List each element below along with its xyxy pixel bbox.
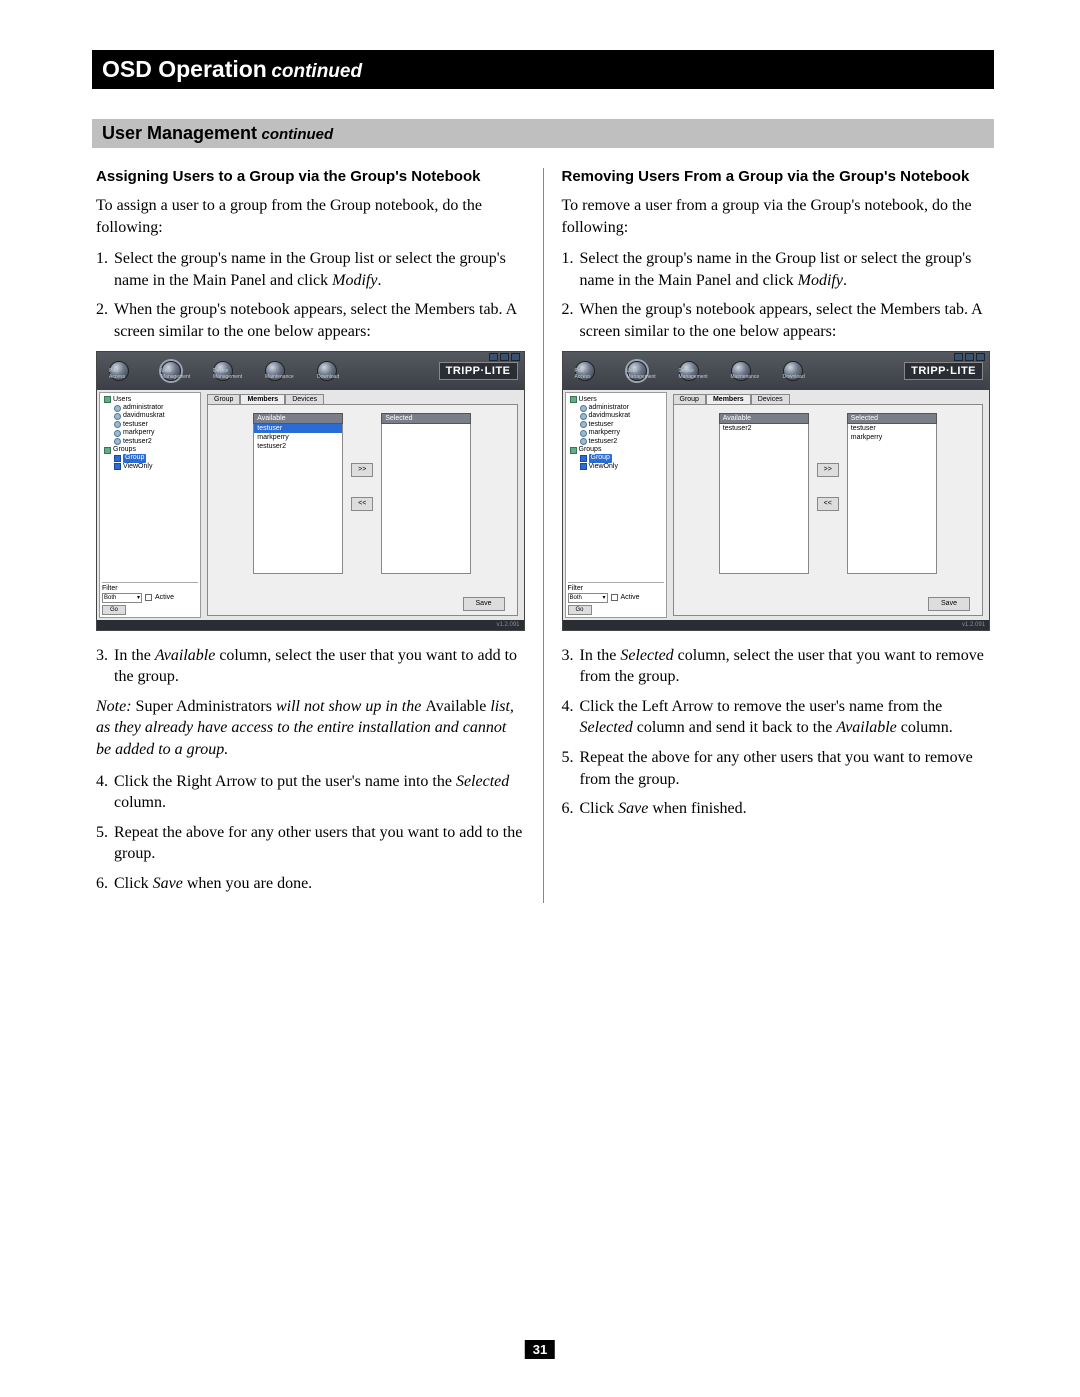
- header-title: OSD Operation: [102, 56, 267, 82]
- tab-group: Group: [207, 394, 240, 404]
- tab-devices: Devices: [285, 394, 324, 404]
- right-subtitle: Removing Users From a Group via the Grou…: [562, 168, 991, 185]
- left-subtitle: Assigning Users to a Group via the Group…: [96, 168, 525, 185]
- section-title: User Management: [102, 123, 257, 143]
- tabs-row: Group Members Devices: [203, 392, 522, 404]
- right-step-6: Click Save when finished.: [562, 798, 991, 820]
- window-buttons: [489, 353, 520, 361]
- filter-checkbox: [611, 594, 618, 601]
- screenshot-assign: Port Access User Management Device Manag…: [96, 351, 525, 631]
- members-panel: Available testuser markperry testuser2 >…: [207, 404, 518, 616]
- right-step-1: Select the group's name in the Group lis…: [562, 248, 991, 291]
- save-button: Save: [928, 597, 970, 611]
- filter-select: Both▾: [102, 593, 142, 603]
- left-step-2: When the group's notebook appears, selec…: [96, 299, 525, 342]
- filter-panel: Filter Both▾ Active Go: [102, 582, 198, 615]
- brand-logo: TRIPP·LITE: [904, 362, 983, 380]
- app-toolbar: Port Access User Management Device Manag…: [563, 352, 990, 390]
- status-bar: v1.2.091: [97, 620, 524, 630]
- filter-panel: Filter Both▾ Active Go: [568, 582, 664, 615]
- arrow-left-button: <<: [817, 497, 839, 511]
- brand-logo: TRIPP·LITE: [439, 362, 518, 380]
- left-step-6: Click Save when you are done.: [96, 873, 525, 895]
- list-item: markperry: [848, 433, 936, 442]
- filter-checkbox: [145, 594, 152, 601]
- filter-go-button: Go: [102, 605, 126, 615]
- section-header: User Management continued: [92, 119, 994, 148]
- selected-list: Selected testuser markperry: [847, 413, 937, 574]
- tab-members: Members: [706, 394, 751, 404]
- right-step-2: When the group's notebook appears, selec…: [562, 299, 991, 342]
- left-step-4: Click the Right Arrow to put the user's …: [96, 771, 525, 814]
- section-continued: continued: [262, 126, 334, 143]
- list-item: testuser2: [720, 424, 808, 433]
- list-item: testuser2: [254, 442, 342, 451]
- tab-devices: Devices: [751, 394, 790, 404]
- available-list: Available testuser markperry testuser2: [253, 413, 343, 574]
- left-column: Assigning Users to a Group via the Group…: [92, 168, 543, 903]
- right-step-4: Click the Left Arrow to remove the user'…: [562, 696, 991, 739]
- window-buttons: [954, 353, 985, 361]
- right-step-3: In the Selected column, select the user …: [562, 645, 991, 688]
- left-step-5: Repeat the above for any other users tha…: [96, 822, 525, 865]
- filter-select: Both▾: [568, 593, 608, 603]
- left-note: Note: Super Administrators will not show…: [96, 696, 525, 761]
- left-step-3: In the Available column, select the user…: [96, 645, 525, 688]
- left-intro: To assign a user to a group from the Gro…: [96, 195, 525, 238]
- app-toolbar: Port Access User Management Device Manag…: [97, 352, 524, 390]
- sidebar-tree: Users administrator davidmuskrat testuse…: [565, 392, 667, 618]
- left-step-1: Select the group's name in the Group lis…: [96, 248, 525, 291]
- arrow-right-button: >>: [817, 463, 839, 477]
- arrow-right-button: >>: [351, 463, 373, 477]
- available-list: Available testuser2: [719, 413, 809, 574]
- members-panel: Available testuser2 >> << Selected: [673, 404, 984, 616]
- tab-group: Group: [673, 394, 706, 404]
- right-intro: To remove a user from a group via the Gr…: [562, 195, 991, 238]
- arrow-left-button: <<: [351, 497, 373, 511]
- save-button: Save: [463, 597, 505, 611]
- list-item: markperry: [254, 433, 342, 442]
- page-header: OSD Operation continued: [92, 50, 994, 89]
- list-item: testuser: [254, 424, 342, 433]
- header-continued: continued: [271, 61, 362, 82]
- right-column: Removing Users From a Group via the Grou…: [543, 168, 995, 903]
- selected-list: Selected: [381, 413, 471, 574]
- tab-members: Members: [240, 394, 285, 404]
- status-bar: v1.2.091: [563, 620, 990, 630]
- tabs-row: Group Members Devices: [669, 392, 988, 404]
- list-item: testuser: [848, 424, 936, 433]
- sidebar-tree: Users administrator davidmuskrat testuse…: [99, 392, 201, 618]
- filter-go-button: Go: [568, 605, 592, 615]
- page-number: 31: [525, 1340, 555, 1359]
- right-step-5: Repeat the above for any other users tha…: [562, 747, 991, 790]
- screenshot-remove: Port Access User Management Device Manag…: [562, 351, 991, 631]
